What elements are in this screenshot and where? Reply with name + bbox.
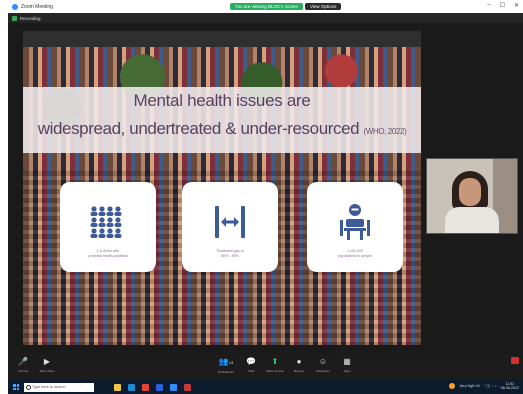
file-explorer-icon[interactable] xyxy=(114,383,121,391)
stat-card-treatment-gap: Treatment gap of 80% - 90% xyxy=(182,182,278,272)
zoom-screen: Zoom Meeting You are viewing BLOC's scre… xyxy=(8,0,523,394)
windows-start-icon[interactable] xyxy=(13,384,19,390)
caption-line: psychiatrist to people xyxy=(338,253,372,258)
view-options-button[interactable]: View Options xyxy=(304,3,342,10)
stat-caption-prevalence: 1 in 8 live with a mental health conditi… xyxy=(88,249,128,258)
stat-caption-treatment-gap: Treatment gap of 80% - 90% xyxy=(216,249,243,258)
meeting-subbar: Recording xyxy=(8,13,523,23)
meeting-toolbar: 🎤 Unmute ▶ Start Video 👥13 Participants … xyxy=(8,354,523,380)
recording-icon xyxy=(12,15,17,21)
participant-face xyxy=(459,178,481,206)
tray-icons[interactable]: ^ ◫ ◔ ⌕ xyxy=(484,384,496,388)
maximize-button[interactable]: ☐ xyxy=(500,2,505,9)
participant-body xyxy=(445,207,499,233)
leave-button[interactable] xyxy=(511,357,519,364)
minimize-button[interactable]: – xyxy=(487,2,490,9)
toolbar-label: Unmute xyxy=(17,369,29,373)
reactions-button[interactable]: ☺ Reactions xyxy=(312,357,334,373)
system-tray: Very high UV ^ ◫ ◔ ⌕ 11:52 08-06-2022 xyxy=(449,382,519,390)
toolbar-label: Participants xyxy=(218,370,234,374)
toolbar-label: Apps xyxy=(343,369,351,373)
weather-icon xyxy=(449,383,456,389)
word-icon[interactable] xyxy=(156,383,163,391)
recording-label: Recording xyxy=(20,15,41,21)
stat-card-prevalence: 1 in 8 live with a mental health conditi… xyxy=(60,182,156,272)
psychiatrist-icon xyxy=(340,202,370,242)
search-placeholder: Type here to search xyxy=(32,385,66,389)
close-button[interactable]: ✕ xyxy=(514,2,519,9)
caption-line: 80% - 90% xyxy=(221,253,239,258)
share-screen-icon: ⬆ xyxy=(271,357,279,366)
clock-date: 08-06-2022 xyxy=(500,386,519,390)
taskbar-search-input[interactable]: Type here to search xyxy=(24,382,94,392)
treatment-gap-icon xyxy=(212,202,248,242)
zoom-logo-icon xyxy=(12,3,18,10)
windows-taskbar: Type here to search Very high UV ^ ◫ ◔ ⌕… xyxy=(8,380,523,394)
share-screen-button[interactable]: ⬆ Share Screen xyxy=(264,357,286,373)
pdf-reader-icon[interactable] xyxy=(184,383,191,391)
microphone-icon: 🎤 xyxy=(18,357,28,366)
shared-slide: Mental health issues are widespread, und… xyxy=(23,31,421,345)
slide-title-line2: widespread, undertreated & under-resourc… xyxy=(23,119,421,139)
record-button[interactable]: ● Record xyxy=(288,357,310,373)
record-icon: ● xyxy=(296,357,302,366)
toolbar-label: Chat xyxy=(247,369,255,373)
reactions-icon: ☺ xyxy=(318,357,328,366)
chat-button[interactable]: 💬 Chat xyxy=(240,357,262,373)
window-title: Zoom Meeting xyxy=(21,3,53,10)
viewing-screen-label: You are viewing BLOC's screen xyxy=(230,3,303,10)
video-icon: ▶ xyxy=(43,357,51,366)
chat-icon: 💬 xyxy=(246,357,256,366)
slide-title-line2-text: widespread, undertreated & under-resourc… xyxy=(37,119,360,138)
edge-browser-icon[interactable] xyxy=(128,383,135,391)
participants-button[interactable]: 👥13 Participants xyxy=(215,357,237,374)
slide-title-line1: Mental health issues are xyxy=(133,91,311,110)
apps-button[interactable]: ▦ Apps xyxy=(336,357,358,373)
participant-video-tile[interactable] xyxy=(426,158,518,234)
stat-caption-psychiatrist-ratio: 1:100,000 psychiatrist to people xyxy=(338,249,372,258)
start-video-button[interactable]: ▶ Start Video xyxy=(36,357,58,373)
window-titlebar: Zoom Meeting You are viewing BLOC's scre… xyxy=(8,0,523,13)
caption-line: Treatment gap of xyxy=(216,249,244,253)
stat-card-psychiatrist-ratio: 1:100,000 psychiatrist to people xyxy=(307,182,403,272)
share-banner: You are viewing BLOC's screen View Optio… xyxy=(230,3,342,10)
caption-line: a mental health condition xyxy=(88,253,128,258)
chrome-icon[interactable] xyxy=(142,383,149,391)
people-grid-icon xyxy=(88,202,128,242)
slide-top-margin xyxy=(23,31,421,47)
zoom-taskbar-icon[interactable] xyxy=(170,383,177,391)
participants-icon: 👥13 xyxy=(218,357,234,366)
toolbar-label: Record xyxy=(294,369,304,373)
apps-icon: ▦ xyxy=(343,357,351,366)
taskbar-clock[interactable]: 11:52 08-06-2022 xyxy=(501,382,519,390)
toolbar-label: Reactions xyxy=(316,369,330,373)
unmute-button[interactable]: 🎤 Unmute xyxy=(12,357,34,373)
slide-citation: (WHO, 2022) xyxy=(363,127,407,136)
participant-count: 13 xyxy=(228,360,234,365)
window-controls: – ☐ ✕ xyxy=(487,2,519,9)
toolbar-label: Share Screen xyxy=(265,369,285,373)
toolbar-label: Start Video xyxy=(39,369,55,373)
weather-label: Very high UV xyxy=(459,384,481,388)
